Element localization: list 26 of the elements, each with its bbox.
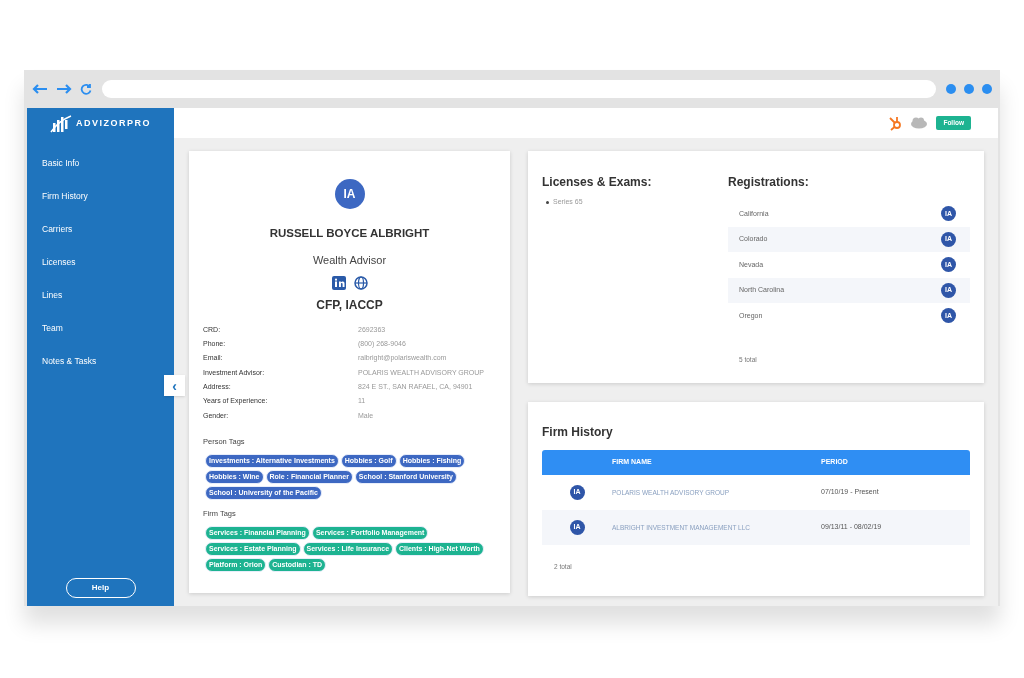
hub-icon[interactable]: [888, 115, 903, 131]
cloud-icon[interactable]: [910, 117, 929, 129]
bullet-icon: [546, 200, 549, 204]
globe-icon[interactable]: [353, 275, 368, 290]
sidebar-item[interactable]: Lines: [42, 288, 174, 303]
section-title: Licenses & Exams:: [542, 174, 653, 191]
ia-badge: IA: [334, 179, 365, 209]
sidebar-item[interactable]: Firm History: [42, 189, 174, 204]
sidebar-item[interactable]: Licenses: [42, 255, 174, 270]
designations: CFP, IACCP: [316, 296, 383, 314]
sidebar-item[interactable]: Basic Info: [42, 156, 174, 171]
collapse-button[interactable]: ‹: [164, 375, 185, 396]
more-dots-icon[interactable]: [946, 84, 992, 94]
sidebar-item[interactable]: Carriers: [42, 222, 174, 237]
linkedin-icon[interactable]: [331, 275, 346, 290]
section-title: Firm History: [542, 424, 614, 441]
sidebar-item[interactable]: Notes & Tasks: [42, 354, 174, 369]
logo-text: ADVIZORPRO: [76, 117, 151, 131]
sidebar-item[interactable]: Team: [42, 321, 174, 336]
logo-icon: [47, 114, 73, 134]
reload-icon[interactable]: [80, 83, 92, 95]
back-arrow-icon[interactable]: [32, 84, 48, 94]
forward-arrow-icon[interactable]: [56, 84, 72, 94]
job-title: Wealth Advisor: [312, 253, 387, 269]
section-title: Registrations:: [728, 174, 810, 191]
advisor-name: RUSSELL BOYCE ALBRIGHT: [269, 226, 430, 241]
